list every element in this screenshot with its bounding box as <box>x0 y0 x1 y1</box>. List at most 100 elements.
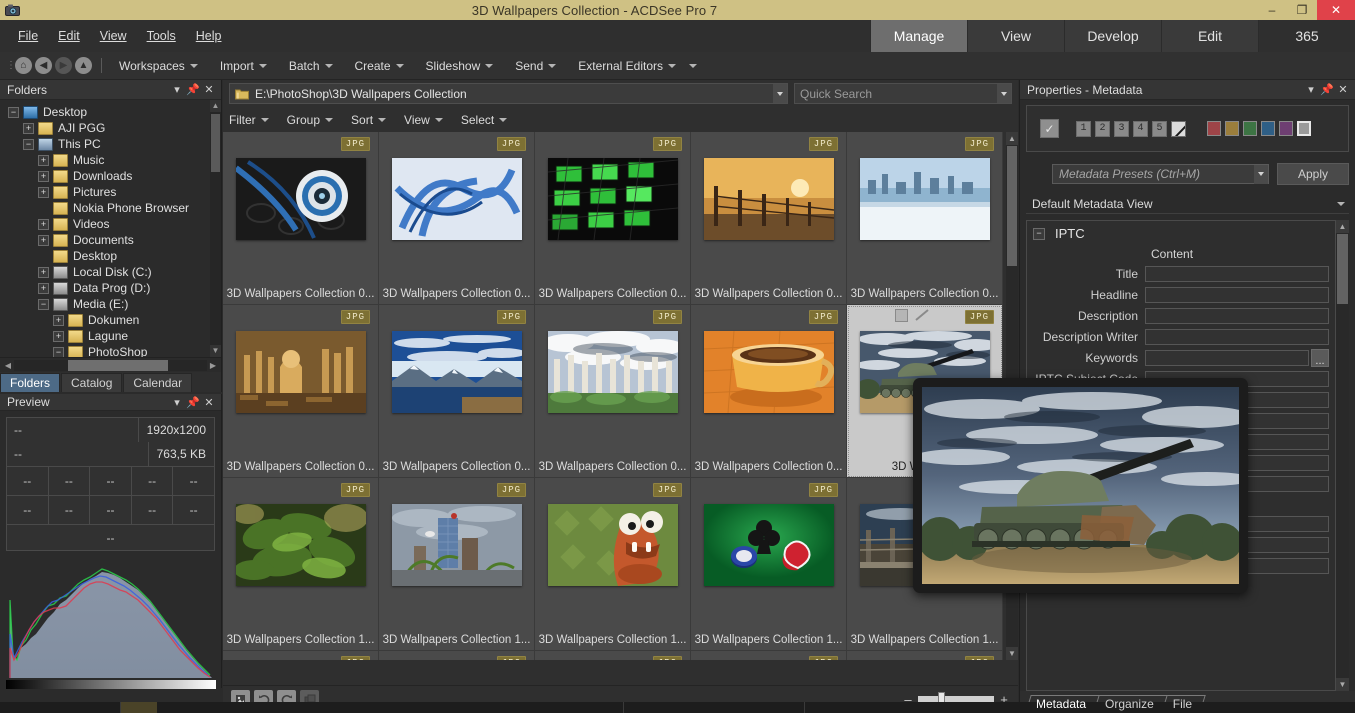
collapse-icon[interactable]: − <box>23 138 34 150</box>
tab-manage[interactable]: Manage <box>870 20 967 52</box>
collapse-icon[interactable]: ▾ <box>1303 82 1319 98</box>
tree-item[interactable]: − PhotoShop <box>0 344 221 357</box>
pin-icon[interactable]: 📌 <box>1319 82 1335 98</box>
sort-menu[interactable]: Sort <box>351 113 395 127</box>
tab-folders[interactable]: Folders <box>0 373 61 392</box>
rating-5-button[interactable]: 5 <box>1152 120 1167 137</box>
thumbnail-cell[interactable]: JPG 3D Wallpapers Collection 0... <box>379 305 535 478</box>
tab-view[interactable]: View <box>967 20 1064 52</box>
rating-1-button[interactable]: 1 <box>1076 120 1091 137</box>
view-menu[interactable]: View <box>404 113 452 127</box>
toolbar-workspaces[interactable]: Workspaces <box>108 59 209 73</box>
collapse-icon[interactable]: ▾ <box>169 82 185 98</box>
metadata-field-input[interactable] <box>1145 328 1329 345</box>
tree-item[interactable]: + AJI PGG <box>0 120 221 136</box>
color-label-3[interactable] <box>1243 121 1257 136</box>
close-icon[interactable]: ✕ <box>201 394 217 410</box>
scrollbar-thumb[interactable] <box>1337 234 1348 304</box>
hscroll-thumb[interactable] <box>68 359 169 371</box>
tab-catalog[interactable]: Catalog <box>61 373 123 392</box>
pin-icon[interactable]: 📌 <box>185 394 201 410</box>
expand-icon[interactable]: + <box>38 218 49 230</box>
filter-menu[interactable]: Filter <box>229 113 278 127</box>
toolbar-batch[interactable]: Batch <box>278 59 344 73</box>
thumbnail-grid[interactable]: JPG 3D Wallpapers Collection 0... JPG 3D Wa… <box>223 132 1018 660</box>
group-menu[interactable]: Group <box>287 113 342 127</box>
path-dropdown-button[interactable] <box>773 84 787 103</box>
hscroll-track[interactable] <box>14 359 207 371</box>
expand-icon[interactable]: + <box>38 234 49 246</box>
forward-icon[interactable]: ▶ <box>55 57 72 74</box>
tree-item[interactable]: + Music <box>0 152 221 168</box>
select-menu[interactable]: Select <box>461 113 516 127</box>
thumbnail-cell[interactable]: JPG <box>847 651 1003 660</box>
home-icon[interactable]: ⌂ <box>15 57 32 74</box>
color-label-4[interactable] <box>1261 121 1275 136</box>
folder-tree-hscrollbar[interactable]: ◀ ▶ <box>0 357 221 372</box>
thumbnail-cell[interactable]: JPG 3D Wallpapers Collection 1... <box>535 478 691 651</box>
scrollbar-thumb[interactable] <box>211 114 220 172</box>
path-input[interactable]: E:\PhotoShop\3D Wallpapers Collection <box>229 83 788 104</box>
metadata-presets-dropdown-button[interactable] <box>1254 164 1268 184</box>
expand-icon[interactable]: + <box>53 314 64 326</box>
thumbnail-cell[interactable]: JPG 3D Wallpapers Collection 0... <box>691 132 847 305</box>
menu-tools[interactable]: Tools <box>137 26 186 46</box>
collapse-icon[interactable]: ▾ <box>169 394 185 410</box>
rating-2-button[interactable]: 2 <box>1095 120 1110 137</box>
menu-edit[interactable]: Edit <box>48 26 90 46</box>
expand-icon[interactable]: + <box>53 330 64 342</box>
metadata-scrollbar[interactable]: ▲ ▼ <box>1336 220 1349 691</box>
up-icon[interactable]: ▲ <box>75 57 92 74</box>
keywords-more-button[interactable]: ... <box>1311 348 1329 367</box>
scroll-up-icon[interactable]: ▲ <box>1336 220 1349 233</box>
color-label-2[interactable] <box>1225 121 1239 136</box>
metadata-field-input[interactable] <box>1145 286 1329 303</box>
tab-365[interactable]: 365 <box>1258 20 1355 52</box>
expand-icon[interactable]: + <box>38 266 49 278</box>
metadata-presets-combo[interactable]: Metadata Presets (Ctrl+M) <box>1052 164 1269 184</box>
thumbnail-image[interactable] <box>235 158 366 240</box>
close-icon[interactable]: ✕ <box>1335 82 1351 98</box>
expand-icon[interactable]: + <box>38 170 49 182</box>
collapse-icon[interactable]: − <box>38 298 49 310</box>
thumbnail-cell[interactable]: JPG 3D Wallpapers Collection 1... <box>223 478 379 651</box>
expand-icon[interactable]: + <box>38 282 49 294</box>
scroll-right-icon[interactable]: ▶ <box>207 361 219 370</box>
thumbnail-cell[interactable]: JPG 3D Wallpapers Collection 0... <box>691 305 847 478</box>
folder-tree[interactable]: − Desktop + AJI PGG − This PC + Music + Downloads… <box>0 100 221 357</box>
folder-tree-scrollbar[interactable]: ▲ ▼ <box>210 100 221 357</box>
close-button[interactable]: ✕ <box>1317 0 1355 20</box>
pin-icon[interactable]: 📌 <box>185 82 201 98</box>
menu-file[interactable]: File <box>8 26 48 46</box>
tree-item[interactable]: Nokia Phone Browser <box>0 200 221 216</box>
thumbnail-image[interactable] <box>703 158 834 240</box>
thumbnail-cell[interactable]: JPG <box>379 651 535 660</box>
no-rating-icon[interactable] <box>915 309 929 322</box>
thumbnail-image[interactable] <box>235 504 366 586</box>
expand-icon[interactable]: + <box>38 186 49 198</box>
thumbnail-image[interactable] <box>547 504 678 586</box>
scroll-down-icon[interactable]: ▼ <box>1336 678 1349 691</box>
tree-item[interactable]: + Pictures <box>0 184 221 200</box>
tree-item[interactable]: + Dokumen <box>0 312 221 328</box>
thumbnail-cell[interactable]: JPG 3D Wallpapers Collection 0... <box>535 305 691 478</box>
thumbnail-image[interactable] <box>547 331 678 413</box>
metadata-field-input[interactable] <box>1145 265 1329 282</box>
menu-view[interactable]: View <box>90 26 137 46</box>
thumbnail-cell[interactable]: JPG 3D Wallpapers Collection 0... <box>535 132 691 305</box>
tree-item[interactable]: Desktop <box>0 248 221 264</box>
thumbnail-image[interactable] <box>391 158 522 240</box>
thumbnail-cell[interactable]: JPG <box>223 651 379 660</box>
scroll-down-icon[interactable]: ▼ <box>1006 647 1018 660</box>
metadata-field-input[interactable] <box>1145 307 1329 324</box>
thumbnail-cell[interactable]: JPG 3D Wallpapers Collection 1... <box>691 478 847 651</box>
tree-item[interactable]: + Lagune <box>0 328 221 344</box>
color-label-1[interactable] <box>1207 121 1221 136</box>
tree-item[interactable]: + Data Prog (D:) <box>0 280 221 296</box>
metadata-view-combo[interactable]: Default Metadata View <box>1026 194 1349 214</box>
rating-3-button[interactable]: 3 <box>1114 120 1129 137</box>
tree-item[interactable]: − Media (E:) <box>0 296 221 312</box>
tab-develop[interactable]: Develop <box>1064 20 1161 52</box>
toolbar-create[interactable]: Create <box>344 59 415 73</box>
thumbnail-image[interactable] <box>235 331 366 413</box>
